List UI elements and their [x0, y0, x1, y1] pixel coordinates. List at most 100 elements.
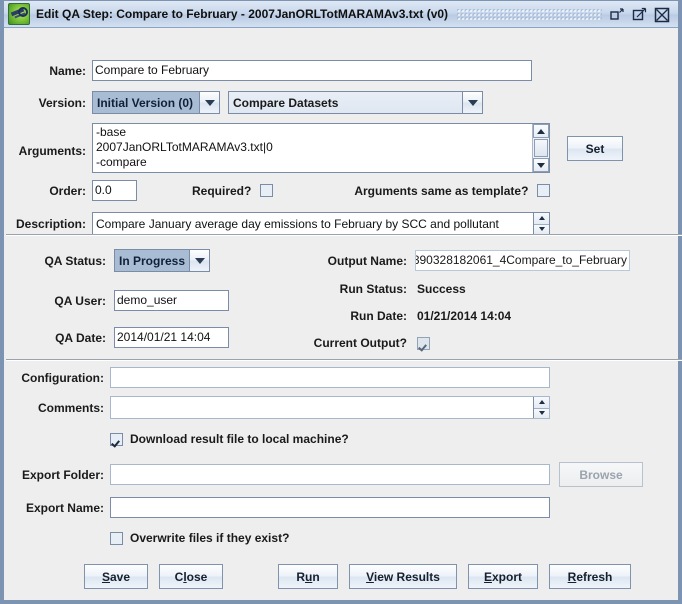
arguments-textarea-value: -base 2007JanORLTotMARAMAv3.txt|0 -compa…: [96, 125, 273, 169]
close-button[interactable]: Close: [159, 564, 223, 589]
name-label: Name:: [49, 63, 86, 78]
dialog-content: Name: Compare to February Version: Initi…: [4, 28, 682, 600]
export-button-label: xport: [492, 569, 522, 584]
description-row: Description: Compare January average day…: [16, 212, 550, 235]
arguments-label: Arguments:: [18, 144, 86, 158]
version-row: Version: Initial Version (0) Compare Dat…: [32, 91, 483, 114]
arguments-textarea[interactable]: -base 2007JanORLTotMARAMAv3.txt|0 -compa…: [92, 123, 550, 173]
configuration-input[interactable]: [110, 367, 550, 388]
maximize-icon[interactable]: [632, 7, 647, 22]
refresh-mnemonic: R: [567, 569, 577, 584]
arguments-scrollbar[interactable]: [532, 124, 549, 172]
chevron-down-icon: [199, 92, 219, 113]
output-name-input[interactable]: 390328182061_4Compare_to_February: [415, 250, 630, 271]
order-label: Order:: [49, 183, 86, 198]
comments-label: Comments:: [37, 400, 104, 415]
comments-spinner[interactable]: [533, 397, 549, 418]
version-label: Version:: [38, 95, 86, 110]
section-divider-top-highlight: [6, 235, 682, 236]
run-status-label: Run Status:: [339, 282, 407, 296]
qa-user-input[interactable]: demo_user: [114, 290, 229, 311]
export-name-row: Export Name:: [12, 497, 550, 518]
current-output-checkbox: [417, 336, 430, 350]
program-select[interactable]: Compare Datasets: [228, 91, 483, 114]
chevron-down-icon: [189, 250, 209, 271]
order-input[interactable]: 0.0: [92, 180, 137, 201]
export-name-input[interactable]: [110, 497, 550, 518]
overwrite-files-row: Overwrite files if they exist?: [110, 531, 289, 545]
run-status-row: Run Status: Success: [292, 282, 466, 296]
qa-status-row: QA Status: In Progress: [26, 249, 210, 272]
close-button-label: ose: [186, 569, 208, 584]
scroll-down-icon[interactable]: [533, 158, 549, 172]
output-name-row: Output Name: 390328182061_4Compare_to_Fe…: [292, 250, 630, 271]
export-button[interactable]: Export: [468, 564, 538, 589]
set-button[interactable]: Set: [567, 136, 623, 161]
restore-down-icon[interactable]: [610, 7, 625, 22]
spinner-up-icon[interactable]: [534, 397, 549, 408]
save-button[interactable]: Save: [84, 564, 148, 589]
qa-status-select[interactable]: In Progress: [114, 249, 210, 272]
output-name-label: Output Name:: [327, 253, 407, 268]
comments-input[interactable]: [110, 396, 550, 419]
qa-status-label: QA Status:: [44, 253, 106, 268]
spinner-down-icon[interactable]: [534, 223, 549, 234]
section-divider-bottom-highlight: [6, 360, 682, 361]
save-mnemonic: S: [101, 569, 110, 584]
window-title: Edit QA Step: Compare to February - 2007…: [36, 7, 449, 21]
spinner-down-icon[interactable]: [534, 407, 549, 418]
refresh-button-label: efresh: [576, 569, 613, 584]
export-folder-row: Export Folder: Browse: [12, 462, 643, 487]
view-results-button[interactable]: View Results: [349, 564, 457, 589]
name-input[interactable]: Compare to February: [92, 60, 532, 81]
run-date-label: Run Date:: [350, 309, 407, 323]
download-result-label: Download result file to local machine?: [130, 432, 349, 446]
current-output-row: Current Output?: [292, 336, 430, 350]
scroll-up-icon[interactable]: [533, 124, 549, 138]
required-checkbox[interactable]: [260, 184, 274, 197]
app-icon: [8, 3, 30, 25]
qa-date-label: QA Date:: [55, 330, 106, 345]
scrollbar-track[interactable]: [533, 138, 549, 158]
configuration-row: Configuration:: [12, 367, 550, 388]
button-bar: Save Close Run View Results Export Refre…: [84, 564, 631, 589]
run-button-label: n: [312, 569, 320, 584]
title-bar-grip: [456, 7, 602, 21]
view-results-button-label: iew Results: [373, 569, 440, 584]
spinner-up-icon[interactable]: [534, 213, 549, 224]
refresh-button[interactable]: Refresh: [549, 564, 631, 589]
window-controls: [610, 7, 670, 22]
export-name-label: Export Name:: [25, 500, 104, 515]
title-bar[interactable]: Edit QA Step: Compare to February - 2007…: [4, 1, 678, 28]
output-name-value: 390328182061_4Compare_to_February: [415, 253, 627, 267]
run-button[interactable]: Run: [278, 564, 338, 589]
program-select-value: Compare Datasets: [229, 92, 462, 113]
edit-qa-step-window: Edit QA Step: Compare to February - 2007…: [0, 0, 682, 604]
close-icon[interactable]: [654, 7, 670, 22]
description-spinner[interactable]: [533, 213, 549, 234]
view-results-mnemonic: V: [366, 569, 374, 584]
current-output-label: Current Output?: [313, 336, 407, 350]
download-result-row: Download result file to local machine?: [110, 432, 349, 446]
arguments-row: Arguments: -base 2007JanORLTotMARAMAv3.t…: [16, 123, 623, 173]
version-select[interactable]: Initial Version (0): [92, 91, 220, 114]
description-input[interactable]: Compare January average day emissions to…: [92, 212, 550, 235]
run-date-row: Run Date: 01/21/2014 14:04: [292, 309, 511, 323]
description-label: Description:: [16, 216, 87, 231]
comments-input-value: [111, 397, 533, 418]
arguments-same-as-template-checkbox[interactable]: [537, 184, 551, 197]
qa-date-row: QA Date: 2014/01/21 14:04: [26, 327, 229, 348]
name-row: Name: Compare to February: [32, 60, 552, 81]
export-folder-label: Export Folder:: [21, 467, 104, 482]
overwrite-files-checkbox[interactable]: [110, 531, 123, 545]
description-input-value: Compare January average day emissions to…: [96, 217, 499, 231]
browse-button[interactable]: Browse: [559, 462, 643, 487]
scrollbar-thumb[interactable]: [534, 139, 548, 157]
version-select-value: Initial Version (0): [93, 92, 199, 113]
download-result-checkbox[interactable]: [110, 432, 123, 446]
required-label: Required?: [192, 183, 252, 198]
qa-user-row: QA User: demo_user: [26, 290, 229, 311]
qa-status-select-value: In Progress: [115, 250, 189, 271]
export-folder-input[interactable]: [110, 464, 550, 485]
qa-date-input[interactable]: 2014/01/21 14:04: [114, 327, 229, 348]
